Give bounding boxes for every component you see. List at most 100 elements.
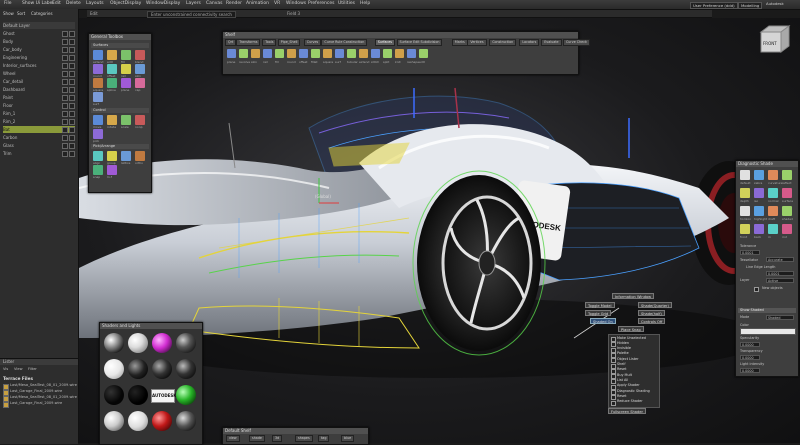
menu-utilities[interactable]: Utilities [338,1,355,6]
default-shelf-tab[interactable]: view [226,435,240,442]
layer-visibility-checkbox[interactable] [62,55,68,61]
layer-lock-checkbox[interactable] [69,95,75,101]
layer-visibility-checkbox[interactable] [62,31,68,37]
toggle-model-button[interactable]: Toggle Model [585,302,615,308]
shelf-tab[interactable]: Qrt [225,39,237,46]
menu-file[interactable]: File [4,1,12,6]
menu-item[interactable]: Shelf [617,362,626,367]
tab-categories[interactable]: Categories [31,11,53,16]
layer-visibility-checkbox[interactable] [62,127,68,133]
layer-lock-checkbox[interactable] [69,47,75,53]
diag-depth-icon[interactable] [740,188,750,198]
menu-item[interactable]: Palette [617,351,629,356]
controls-off-button[interactable]: Controls Off [638,318,666,324]
layer-lock-checkbox[interactable] [69,103,75,109]
mode-select[interactable]: Shaded [766,315,794,320]
file-row[interactable]: Last_Garage_Final_2009.wire [10,389,62,393]
menu-item-checkbox[interactable] [611,390,616,395]
tool-align-icon[interactable] [93,151,103,161]
shader-swatch[interactable] [128,359,148,379]
toggle-grid-button[interactable]: Toggle Grid [585,310,612,316]
tool-ortho-icon[interactable] [135,151,145,161]
diag-default-icon[interactable] [740,170,750,180]
layer-select[interactable]: Active [766,278,794,283]
tool-rotate-icon[interactable] [107,115,117,125]
tool-skin-icon[interactable] [135,64,145,74]
menu-item[interactable]: Reduce Shader [617,399,643,404]
menu-item[interactable]: Reset [617,367,626,372]
palette-section-surfaces[interactable]: Surfaces [91,43,149,48]
layer-visibility-checkbox[interactable] [62,71,68,77]
diag-highlight-icon[interactable] [754,206,764,216]
layer-visibility-checkbox[interactable] [62,39,68,45]
shader-swatch[interactable] [176,411,196,431]
tessellator-select[interactable]: Accurate [766,257,794,262]
layer-visibility-checkbox[interactable] [62,111,68,117]
palette-section-control[interactable]: Control [91,108,149,113]
diag-draft-icon[interactable] [768,206,778,216]
tool-surf-icon[interactable] [93,92,103,102]
shelf-stitch-icon[interactable] [371,49,380,58]
menu-item[interactable]: Diagnostic Shading [617,389,650,394]
tool-fill-icon[interactable] [121,50,131,60]
shelf-fill-icon[interactable] [275,49,284,58]
shade-half-button[interactable]: Shade(half) [638,310,665,316]
new-objects-checkbox[interactable] [754,287,759,292]
diag-iso-icon[interactable] [754,188,764,198]
shade-quarter-button[interactable]: Shade(Quarter) [638,302,672,308]
menu-layers[interactable]: Layers [186,1,201,6]
fullscreen-shader-button[interactable]: Fullscreen Shader [608,408,646,414]
edge-length-field[interactable]: 0.0001 [766,271,794,276]
menu-item[interactable]: Invisible [617,346,631,351]
shelf-tab[interactable]: Curve Check [563,39,590,46]
tool-extend-icon[interactable] [93,50,103,60]
layer-visibility-checkbox[interactable] [62,95,68,101]
tab-show[interactable]: Show [3,11,14,16]
layer-visibility-checkbox[interactable] [62,47,68,53]
tool-snap-icon[interactable] [93,165,103,175]
menu-item-checkbox[interactable] [611,342,616,348]
shader-swatch[interactable] [152,411,172,431]
shelf-offset-icon[interactable] [299,49,308,58]
lister-menu-filter[interactable]: Filter [28,367,37,371]
layer-lock-checkbox[interactable] [69,127,75,133]
place-snap-button[interactable]: Place Snap [618,326,644,332]
color-swatch[interactable] [740,328,796,335]
menu-item-checkbox[interactable] [611,400,616,406]
specularity-field[interactable]: 0.0000 [740,342,760,347]
shelf-plane-icon[interactable] [227,49,236,58]
tool-plane-icon[interactable] [121,78,131,88]
shelf-tab[interactable]: Evaluate [541,39,562,46]
menu-vr[interactable]: VR [274,1,280,6]
diag-horizon-icon[interactable] [740,206,750,216]
menu-window-display[interactable]: WindowDisplay [146,1,180,6]
default-shelf-tab[interactable]: shade [249,435,265,442]
layer-lock-checkbox[interactable] [69,71,75,77]
menu-item-checkbox[interactable] [611,379,616,385]
menu-item[interactable]: Reset [617,394,626,399]
menu-item[interactable]: Buy Mult [617,373,632,378]
menu-item-checkbox[interactable] [611,337,616,342]
tool-square-icon[interactable] [93,78,103,88]
shelf-tab[interactable]: Curve Rule Construction [321,39,368,46]
tool-ln-f-icon[interactable] [107,165,117,175]
default-shelf-tab[interactable]: 3d [272,435,283,442]
shader-swatch[interactable] [152,359,172,379]
shader-swatch[interactable] [176,333,196,353]
shelf-tab[interactable]: Surfaces [374,39,395,46]
diag-back-icon[interactable] [754,224,764,234]
shaded-on-button[interactable]: Shaded On [590,318,616,324]
layer-visibility-checkbox[interactable] [62,103,68,109]
shelf-rail-icon[interactable] [263,49,272,58]
shader-swatch[interactable] [104,359,124,379]
menu-windows[interactable]: Windows [286,1,306,6]
layer-visibility-checkbox[interactable] [62,135,68,141]
tool-move-icon[interactable] [93,115,103,125]
menu-preferences[interactable]: Preferences [308,1,334,6]
shelf-round-icon[interactable] [287,49,296,58]
tool-cap-icon[interactable] [135,78,145,88]
menu-animation[interactable]: Animation [246,1,269,6]
menu-show-ui-label[interactable]: Show Ui Label [22,1,54,6]
lister-menu-vis[interactable]: Vis [3,367,8,371]
default-shelf-tab[interactable]: tag [318,435,330,442]
